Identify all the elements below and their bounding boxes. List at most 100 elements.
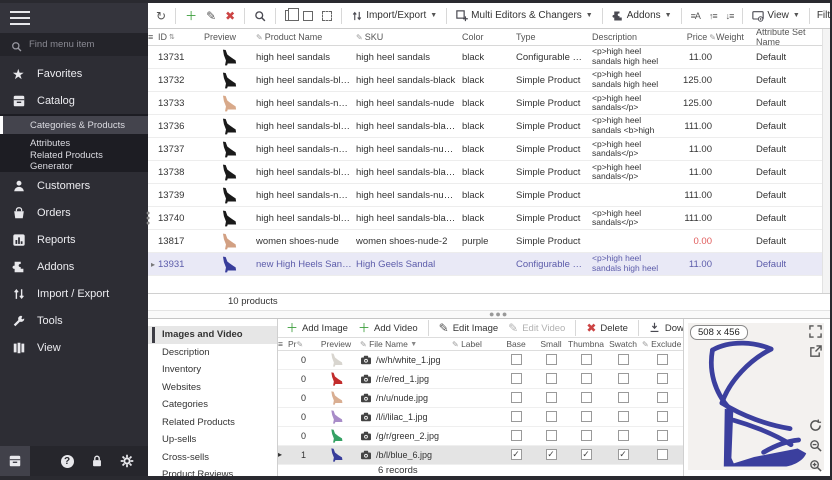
thumbnail-checkbox[interactable] bbox=[581, 392, 592, 403]
table-row[interactable]: 13733high heel sandals-nudehigh heel san… bbox=[148, 92, 830, 115]
paste-special-button[interactable] bbox=[320, 9, 334, 23]
add-video-button[interactable]: ＋Add Video bbox=[356, 320, 420, 336]
column-color[interactable]: Color bbox=[462, 32, 516, 42]
base-checkbox[interactable] bbox=[511, 392, 522, 403]
thumbnail-checkbox[interactable] bbox=[581, 373, 592, 384]
thumbnail-checkbox[interactable] bbox=[581, 354, 592, 365]
image-row[interactable]: 0/n/u/nude.jpg bbox=[278, 389, 683, 408]
column-sku[interactable]: ✎SKU bbox=[356, 32, 462, 42]
swatch-checkbox[interactable] bbox=[618, 392, 629, 403]
small-checkbox[interactable] bbox=[546, 354, 557, 365]
edit-image-button[interactable]: ✎Edit Image bbox=[437, 320, 500, 336]
thumbnail-checkbox[interactable] bbox=[581, 430, 592, 441]
rotate-icon[interactable] bbox=[809, 419, 822, 432]
column-exclude[interactable]: ✎ Exclude bbox=[642, 339, 683, 349]
table-row[interactable]: 13737high heel sandals-nude-36high heel … bbox=[148, 138, 830, 161]
table-row[interactable]: 13732high heel sandals-blackhigh heel sa… bbox=[148, 69, 830, 92]
sidebar-item-view[interactable]: View bbox=[0, 334, 148, 361]
panel-splitter-handle[interactable]: ●●● bbox=[146, 211, 151, 235]
sort-asc-button[interactable]: ↑≡ bbox=[707, 9, 719, 23]
delete-product-button[interactable]: ✖ bbox=[223, 8, 237, 24]
small-checkbox[interactable] bbox=[546, 373, 557, 384]
sidebar-item-import-export[interactable]: Import / Export bbox=[0, 280, 148, 307]
column-label[interactable]: ✎ Label bbox=[452, 339, 498, 349]
table-row[interactable]: ▸13931new High Heels SandalsHigh Geels S… bbox=[148, 253, 830, 276]
thumbnail-checkbox[interactable]: ✓ bbox=[581, 449, 592, 460]
sidebar-item-favorites[interactable]: ★Favorites bbox=[0, 60, 148, 87]
sidebar-item-reports[interactable]: Reports bbox=[0, 226, 148, 253]
add-product-button[interactable]: ＋ bbox=[183, 8, 199, 24]
copy-button[interactable] bbox=[283, 8, 296, 23]
swatch-checkbox[interactable] bbox=[618, 354, 629, 365]
table-row[interactable]: 13817women shoes-nudewomen shoes-nude-2p… bbox=[148, 230, 830, 253]
sidebar-item-related-products-generator[interactable]: Related Products Generator bbox=[0, 152, 148, 170]
column-id[interactable]: ID⇅ bbox=[158, 32, 204, 42]
delete-image-button[interactable]: ✖Delete bbox=[584, 320, 630, 336]
base-checkbox[interactable] bbox=[511, 411, 522, 422]
sidebar-item-catalog[interactable]: Catalog bbox=[0, 87, 148, 114]
open-external-icon[interactable] bbox=[809, 345, 822, 358]
tab-categories[interactable]: Categories bbox=[148, 396, 277, 414]
sidebar-item-customers[interactable]: Customers bbox=[0, 172, 148, 199]
edit-video-button[interactable]: ✎Edit Video bbox=[506, 320, 567, 336]
exclude-checkbox[interactable] bbox=[657, 449, 668, 460]
column-weight[interactable]: Weight bbox=[716, 32, 756, 42]
image-row[interactable]: 0/g/r/green_2.jpg bbox=[278, 427, 683, 446]
view-menu[interactable]: View▼ bbox=[750, 8, 801, 24]
small-checkbox[interactable]: ✓ bbox=[546, 449, 557, 460]
column-description[interactable]: Description bbox=[592, 32, 672, 42]
menu-search-input[interactable] bbox=[29, 39, 129, 50]
image-row[interactable]: 0/l/i/lilac_1.jpg bbox=[278, 408, 683, 427]
tab-inventory[interactable]: Inventory bbox=[148, 361, 277, 379]
exclude-checkbox[interactable] bbox=[657, 430, 668, 441]
base-checkbox[interactable] bbox=[511, 354, 522, 365]
sort-desc-button[interactable]: ↓≡ bbox=[724, 9, 736, 23]
hamburger-menu-icon[interactable] bbox=[10, 7, 30, 29]
exclude-checkbox[interactable] bbox=[657, 392, 668, 403]
swatch-checkbox[interactable] bbox=[618, 430, 629, 441]
swatch-checkbox[interactable] bbox=[618, 373, 629, 384]
image-row[interactable]: 0/r/e/red_1.jpg bbox=[278, 370, 683, 389]
select-button[interactable] bbox=[301, 9, 315, 23]
zoom-out-icon[interactable] bbox=[809, 439, 822, 452]
sidebar-item-addons[interactable]: Addons bbox=[0, 253, 148, 280]
tab-images-and-video[interactable]: Images and Video bbox=[148, 326, 277, 344]
tab-websites[interactable]: Websites bbox=[148, 379, 277, 397]
help-icon[interactable]: ? bbox=[52, 446, 82, 476]
exclude-checkbox[interactable] bbox=[657, 354, 668, 365]
import-export-menu[interactable]: Import/Export▼ bbox=[349, 8, 439, 24]
table-row[interactable]: 13731high heel sandalshigh heel sandalsb… bbox=[148, 46, 830, 69]
swatch-checkbox[interactable] bbox=[618, 411, 629, 422]
table-row[interactable]: 13736high heel sandals-black-36high heel… bbox=[148, 115, 830, 138]
swatch-checkbox[interactable]: ✓ bbox=[618, 449, 629, 460]
sidebar-item-orders[interactable]: Orders bbox=[0, 199, 148, 226]
horizontal-splitter[interactable]: ●●● bbox=[148, 310, 830, 318]
table-row[interactable]: 13739high heel sandals-nude-37high heel … bbox=[148, 184, 830, 207]
search-products-button[interactable] bbox=[252, 8, 268, 24]
lock-icon[interactable] bbox=[82, 446, 112, 476]
add-image-button[interactable]: ＋Add Image bbox=[284, 320, 350, 336]
column-thumbnail[interactable]: Thumbna bbox=[568, 339, 604, 349]
tab-cross-sells[interactable]: Cross-sells bbox=[148, 449, 277, 467]
edit-product-button[interactable]: ✎ bbox=[204, 8, 218, 24]
column-type[interactable]: Type bbox=[516, 32, 592, 42]
fullscreen-icon[interactable] bbox=[809, 325, 822, 338]
column-file-name[interactable]: ✎ File Name ▼ bbox=[360, 339, 452, 349]
column-attribute-set[interactable]: Attribute Set Name bbox=[756, 29, 822, 47]
base-checkbox[interactable] bbox=[511, 373, 522, 384]
thumbnail-checkbox[interactable] bbox=[581, 411, 592, 422]
vertical-scrollbar[interactable] bbox=[822, 29, 830, 293]
zoom-in-icon[interactable] bbox=[809, 459, 822, 472]
sidebar-item-tools[interactable]: Tools bbox=[0, 307, 148, 334]
exclude-checkbox[interactable] bbox=[657, 411, 668, 422]
column-small[interactable]: Small bbox=[534, 339, 568, 349]
tab-product-reviews[interactable]: Product Reviews bbox=[148, 466, 277, 476]
column-priority[interactable]: Pr✎ bbox=[288, 339, 312, 349]
exclude-checkbox[interactable] bbox=[657, 373, 668, 384]
base-checkbox[interactable]: ✓ bbox=[511, 449, 522, 460]
column-price[interactable]: Price✎ bbox=[672, 32, 716, 42]
sort-az-button[interactable]: ≡A bbox=[689, 9, 702, 23]
small-checkbox[interactable] bbox=[546, 430, 557, 441]
image-row[interactable]: ▸1/b/l/blue_6.jpg✓✓✓✓ bbox=[278, 446, 683, 465]
tab-up-sells[interactable]: Up-sells bbox=[148, 431, 277, 449]
